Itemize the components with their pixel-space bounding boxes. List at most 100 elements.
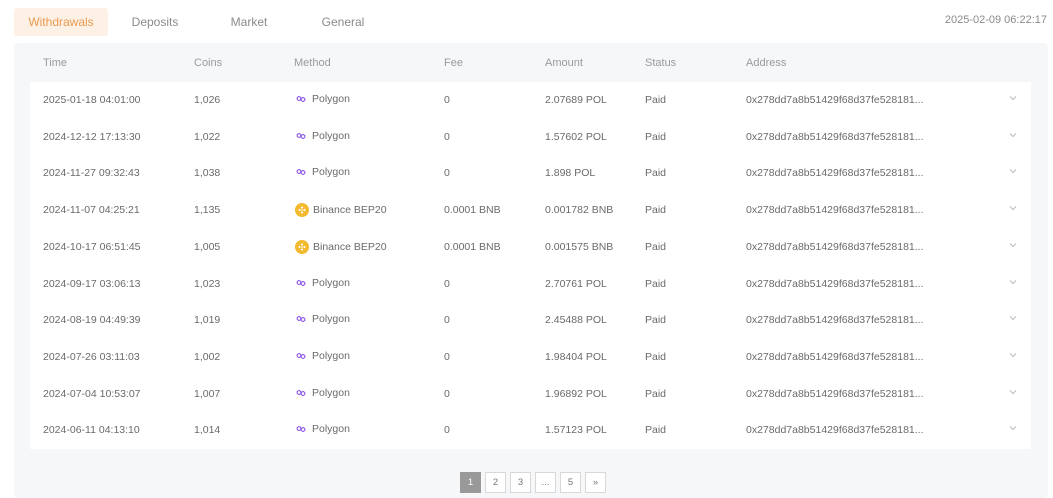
cell-time: 2024-12-12 17:13:30 xyxy=(43,130,141,143)
cell-method: Polygon xyxy=(295,130,350,142)
page-button-1[interactable]: 1 xyxy=(460,472,481,493)
table-row[interactable]: 2024-07-26 03:11:03 1,002 Polygon 0 1.98404 … xyxy=(30,339,1031,376)
cell-address: 0x278dd7a8b51429f68d37fe528181... xyxy=(746,314,924,327)
cell-amount: 2.07689 POL xyxy=(545,94,607,106)
polygon-icon xyxy=(295,423,307,435)
page-button-3[interactable]: 3 xyxy=(510,472,531,493)
table-row[interactable]: 2024-12-12 17:13:30 1,022 Polygon 0 1.57602 … xyxy=(30,119,1031,156)
cell-time: 2025-01-18 04:01:00 xyxy=(43,94,141,106)
cell-status: Paid xyxy=(645,350,667,363)
table-header: Time Coins Method Fee Amount Status Addr… xyxy=(14,43,1048,82)
current-timestamp: 2025-02-09 06:22:17 xyxy=(944,14,1047,26)
cell-method: Binance BEP20 xyxy=(295,203,387,218)
chevron-down-icon[interactable] xyxy=(1008,240,1018,250)
polygon-icon xyxy=(295,350,307,362)
tab-withdrawals[interactable]: Withdrawals xyxy=(14,8,108,36)
column-header-status: Status xyxy=(645,57,677,69)
column-header-coins: Coins xyxy=(194,57,223,69)
next-page-button[interactable]: » xyxy=(585,472,606,493)
tab-deposits[interactable]: Deposits xyxy=(108,8,202,36)
cell-amount: 2.45488 POL xyxy=(545,314,607,327)
method-label: Polygon xyxy=(312,276,350,289)
polygon-icon xyxy=(295,313,307,325)
method-label: Polygon xyxy=(312,313,350,326)
cell-method: Polygon xyxy=(295,387,350,399)
page-ellipsis: ... xyxy=(535,472,556,493)
cell-method: Binance BEP20 xyxy=(295,239,387,254)
cell-address: 0x278dd7a8b51429f68d37fe528181... xyxy=(746,240,924,253)
chevron-down-icon[interactable] xyxy=(1008,130,1018,140)
table-row[interactable]: 2024-09-17 03:06:13 1,023 Polygon 0 2.70761 … xyxy=(30,266,1031,303)
cell-status: Paid xyxy=(645,424,667,437)
cell-coins: 1,019 xyxy=(194,314,221,327)
polygon-icon xyxy=(295,130,307,142)
cell-time: 2024-07-04 10:53:07 xyxy=(43,387,141,400)
cell-fee: 0 xyxy=(444,130,450,143)
polygon-icon xyxy=(295,166,307,178)
chevron-down-icon[interactable] xyxy=(1008,387,1018,397)
cell-amount: 0.001575 BNB xyxy=(545,240,614,253)
cell-status: Paid xyxy=(645,167,667,180)
tab-market[interactable]: Market xyxy=(202,8,296,36)
cell-amount: 1.57123 POL xyxy=(545,424,607,437)
chevron-down-icon[interactable] xyxy=(1008,423,1018,433)
method-label: Polygon xyxy=(312,166,350,179)
cell-time: 2024-06-11 04:13:10 xyxy=(43,424,140,437)
cell-coins: 1,023 xyxy=(194,277,221,290)
chevron-down-icon[interactable] xyxy=(1008,313,1018,323)
cell-coins: 1,022 xyxy=(194,130,221,143)
chevron-down-icon[interactable] xyxy=(1008,166,1018,176)
cell-amount: 0.001782 BNB xyxy=(545,204,614,217)
cell-amount: 1.96892 POL xyxy=(545,387,607,400)
cell-method: Polygon xyxy=(295,277,350,289)
withdrawals-table: Time Coins Method Fee Amount Status Addr… xyxy=(14,43,1048,498)
cell-coins: 1,014 xyxy=(194,424,221,437)
cell-fee: 0 xyxy=(444,387,450,400)
method-label: Binance BEP20 xyxy=(313,204,387,217)
chevron-down-icon[interactable] xyxy=(1008,203,1018,213)
cell-time: 2024-10-17 06:51:45 xyxy=(43,240,141,253)
cell-status: Paid xyxy=(645,387,667,400)
cell-status: Paid xyxy=(645,314,667,327)
table-row[interactable]: 2024-11-07 04:25:21 1,135 Binance BEP20 0.0… xyxy=(30,192,1031,229)
page-button-5[interactable]: 5 xyxy=(560,472,581,493)
table-row[interactable]: 2025-01-18 04:01:00 1,026 Polygon 0 2.07689 … xyxy=(30,82,1031,119)
cell-fee: 0.0001 BNB xyxy=(444,240,501,253)
page-button-2[interactable]: 2 xyxy=(485,472,506,493)
method-label: Polygon xyxy=(312,423,350,436)
chevron-down-icon[interactable] xyxy=(1008,277,1018,287)
table-row[interactable]: 2024-07-04 10:53:07 1,007 Polygon 0 1.96892 … xyxy=(30,376,1031,413)
binance-icon xyxy=(295,203,309,218)
tab-general[interactable]: General xyxy=(296,8,390,36)
cell-fee: 0 xyxy=(444,167,450,180)
cell-time: 2024-07-26 03:11:03 xyxy=(43,350,140,363)
cell-time: 2024-11-27 09:32:43 xyxy=(43,167,140,180)
table-row[interactable]: 2024-11-27 09:32:43 1,038 Polygon 0 1.898 PO… xyxy=(30,155,1031,192)
table-row[interactable]: 2024-10-17 06:51:45 1,005 Binance BEP20 0.0… xyxy=(30,229,1031,266)
cell-coins: 1,026 xyxy=(194,94,221,106)
column-header-fee: Fee xyxy=(444,57,463,69)
chevron-down-icon[interactable] xyxy=(1008,350,1018,360)
cell-address: 0x278dd7a8b51429f68d37fe528181... xyxy=(746,167,924,180)
cell-status: Paid xyxy=(645,204,667,217)
table-row[interactable]: 2024-08-19 04:49:39 1,019 Polygon 0 2.45488 … xyxy=(30,302,1031,339)
cell-method: Polygon xyxy=(295,93,350,105)
binance-icon xyxy=(295,239,309,254)
cell-method: Polygon xyxy=(295,423,350,435)
table-row[interactable]: 2024-06-11 04:13:10 1,014 Polygon 0 1.57123 … xyxy=(30,412,1031,449)
cell-address: 0x278dd7a8b51429f68d37fe528181... xyxy=(746,424,924,437)
cell-status: Paid xyxy=(645,277,667,290)
cell-method: Polygon xyxy=(295,166,350,178)
tab-bar: Withdrawals Deposits Market General xyxy=(14,8,390,36)
cell-time: 2024-08-19 04:49:39 xyxy=(43,314,141,327)
cell-address: 0x278dd7a8b51429f68d37fe528181... xyxy=(746,387,924,400)
chevron-down-icon[interactable] xyxy=(1008,93,1018,103)
cell-fee: 0 xyxy=(444,94,450,106)
cell-coins: 1,135 xyxy=(194,204,221,217)
table-body: 2025-01-18 04:01:00 1,026 Polygon 0 2.07689 … xyxy=(30,82,1031,449)
cell-fee: 0 xyxy=(444,424,450,437)
cell-fee: 0 xyxy=(444,277,450,290)
pagination: 1 2 3... 5» xyxy=(460,472,606,493)
cell-amount: 2.70761 POL xyxy=(545,277,607,290)
polygon-icon xyxy=(295,93,307,105)
